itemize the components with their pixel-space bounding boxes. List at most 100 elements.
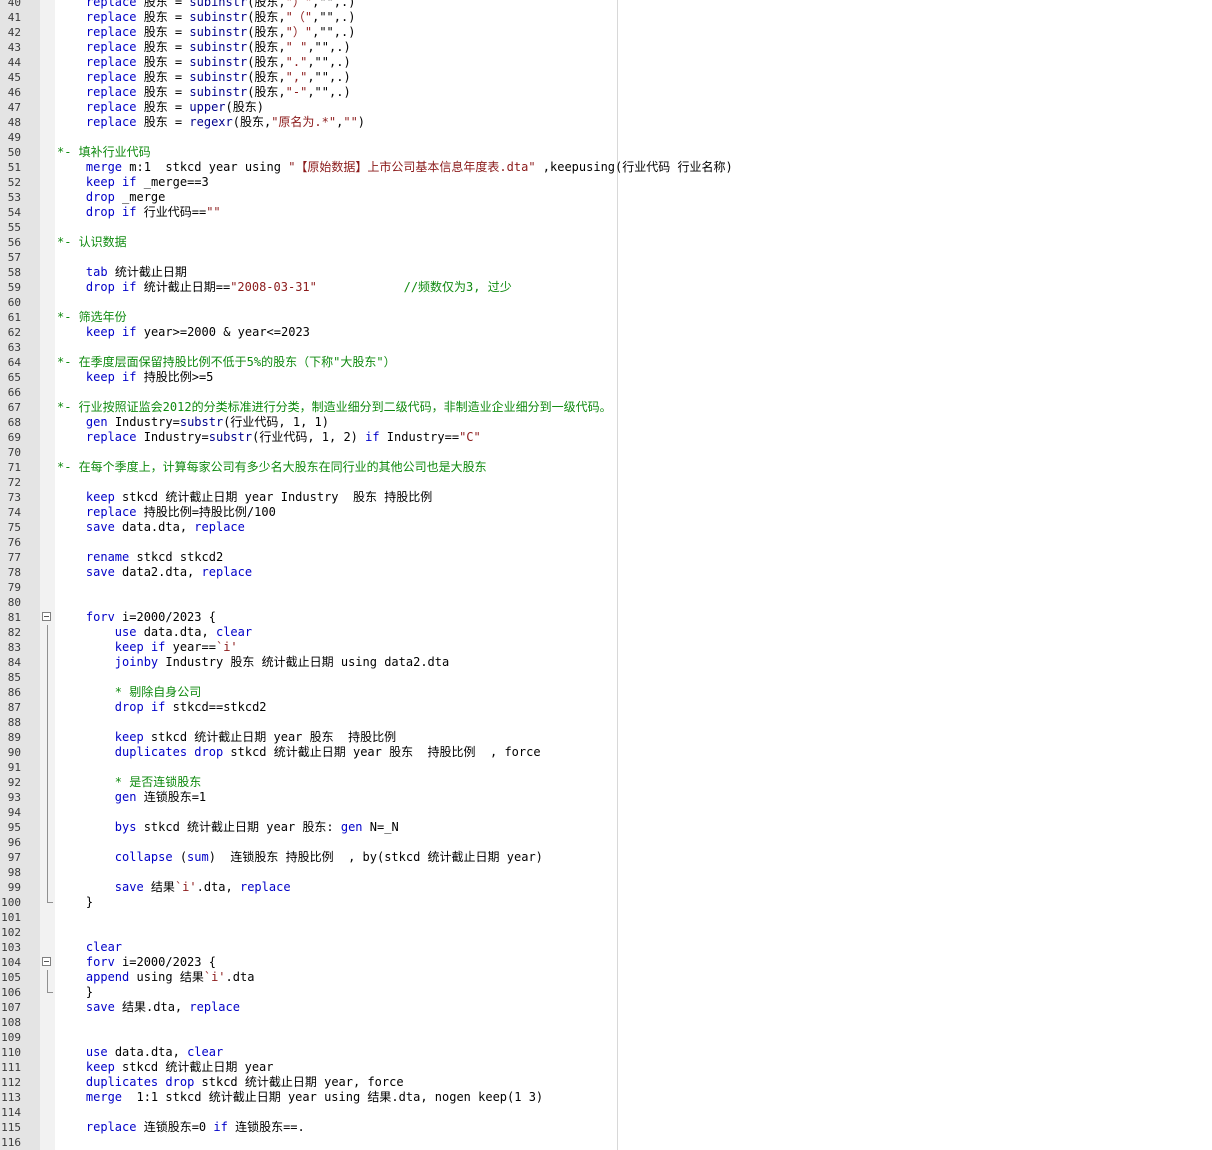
keyword-token: keep: [114, 640, 144, 654]
code-text: replace 持股比例=持股比例/100: [57, 505, 276, 520]
keyword-token: keep: [85, 325, 115, 339]
code-text: collapse (sum) 连锁股东 持股比例 , by(stkcd 统计截止…: [57, 850, 543, 865]
keyword-token: if: [122, 205, 137, 219]
code-text: keep if 持股比例>=5: [57, 370, 214, 385]
keyword-token: drop: [85, 280, 115, 294]
line-number: 81: [7, 611, 21, 624]
code-text: replace 股东 = upper(股东): [57, 100, 264, 115]
line-number: 77: [7, 551, 21, 564]
line-number: 92: [7, 776, 21, 789]
line-number: 68: [7, 416, 21, 429]
code-text: *- 行业按照证监会2012的分类标准进行分类，制造业细分到二级代码，非制造业企…: [57, 400, 612, 415]
fold-region-line: [47, 640, 48, 655]
code-token: data.dta,: [107, 1045, 188, 1059]
line-number: 56: [7, 236, 21, 249]
line-number: 64: [7, 356, 21, 369]
keyword-token: use: [85, 1045, 108, 1059]
line-number: 80: [7, 596, 21, 609]
fold-region-line: [47, 655, 48, 670]
code-token: (股东,: [247, 70, 286, 84]
fold-toggle-icon[interactable]: [42, 957, 51, 966]
fold-region-line: [47, 880, 48, 895]
comment-token: *- 行业按照证监会2012的分类标准进行分类，制造业细分到二级代码，非制造业企…: [57, 400, 612, 414]
line-number: 98: [7, 866, 21, 879]
code-text: save 结果.dta, replace: [57, 1000, 240, 1015]
code-token: year>=2000 & year<=2023: [136, 325, 310, 339]
line-number: 104: [1, 956, 21, 969]
line-number: 70: [7, 446, 21, 459]
code-token: .dta,: [196, 880, 240, 894]
line-number: 83: [7, 641, 21, 654]
fold-toggle-icon[interactable]: [42, 612, 51, 621]
function-token: upper: [189, 100, 226, 114]
keyword-token: joinby: [114, 655, 159, 669]
function-token: subinstr: [189, 0, 248, 9]
code-token: data.dta,: [114, 520, 195, 534]
keyword-token: replace: [85, 115, 137, 129]
code-text: replace 股东 = subinstr(股东,",","",.): [57, 70, 351, 85]
keyword-token: merge: [85, 1090, 123, 1104]
code-text: merge m:1 stkcd year using "【原始数据】上市公司基本…: [57, 160, 733, 175]
keyword-token: bys: [114, 820, 137, 834]
code-token: 行业代码==: [136, 205, 207, 219]
line-number: 69: [7, 431, 21, 444]
code-text: tab 统计截止日期: [57, 265, 187, 280]
keyword-token: drop: [85, 190, 115, 204]
code-text: *- 筛选年份: [57, 310, 127, 325]
code-token: ) 连锁股东 持股比例 , by(stkcd 统计截止日期 year): [208, 850, 543, 864]
string-token: `i': [174, 880, 197, 894]
keyword-token: if: [122, 370, 137, 384]
code-token: (股东,: [247, 10, 286, 24]
code-token: (行业代码, 1, 1): [223, 415, 330, 429]
line-number: 95: [7, 821, 21, 834]
line-number: 47: [7, 101, 21, 114]
line-number: 109: [1, 1031, 21, 1044]
code-text: * 是否连锁股东: [57, 775, 201, 790]
keyword-token: append: [85, 970, 130, 984]
code-token: 股东 =: [136, 0, 190, 9]
fold-region-line: [47, 715, 48, 730]
fold-region-line: [47, 700, 48, 715]
code-text: keep if _merge==3: [57, 175, 209, 190]
code-token: data2.dta,: [114, 565, 202, 579]
code-text: *- 认识数据: [57, 235, 127, 250]
code-token: ,"",.): [307, 70, 351, 84]
fold-region-line: [47, 745, 48, 760]
fold-region-line: [47, 625, 48, 640]
code-text: save data.dta, replace: [57, 520, 245, 535]
line-number: 63: [7, 341, 21, 354]
code-text: bys stkcd 统计截止日期 year 股东: gen N=_N: [57, 820, 399, 835]
code-token: Industry==: [379, 430, 460, 444]
line-number: 58: [7, 266, 21, 279]
code-token: ,"",.): [307, 55, 351, 69]
line-number: 100: [1, 896, 21, 909]
line-number: 101: [1, 911, 21, 924]
keyword-token: save: [85, 1000, 115, 1014]
code-token: 股东 =: [136, 70, 190, 84]
line-number: 53: [7, 191, 21, 204]
code-token: year==: [165, 640, 216, 654]
keyword-token: forv: [85, 955, 115, 969]
code-text: drop if 统计截止日期=="2008-03-31" //频数仅为3, 过少: [57, 280, 512, 295]
line-number: 102: [1, 926, 21, 939]
code-text: drop if stkcd==stkcd2: [57, 700, 267, 715]
line-number: 86: [7, 686, 21, 699]
code-token: ,"",.): [307, 85, 351, 99]
string-token: "": [206, 205, 221, 219]
code-text: duplicates drop stkcd 统计截止日期 year 股东 持股比…: [57, 745, 541, 760]
code-text: append using 结果`i'.dta: [57, 970, 255, 985]
